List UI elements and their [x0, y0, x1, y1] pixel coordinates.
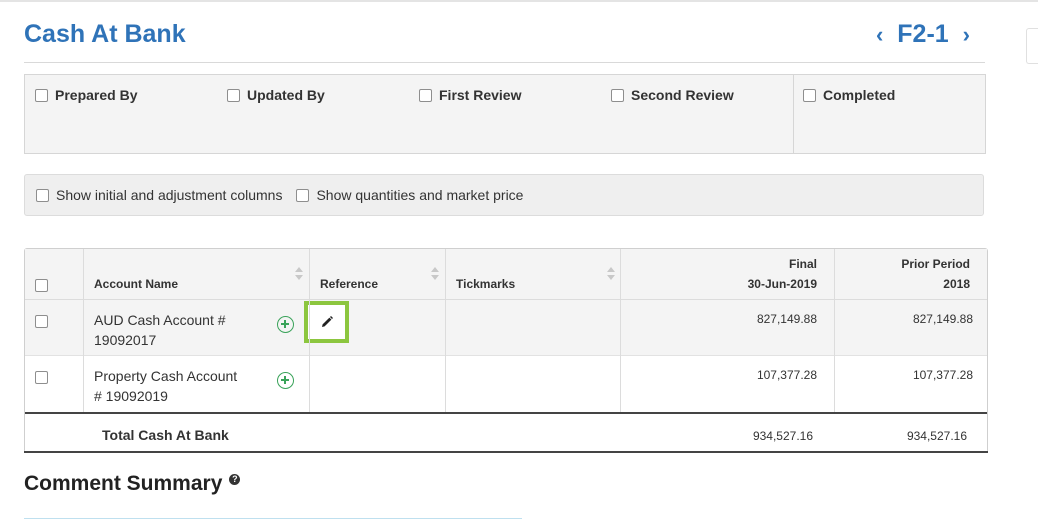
- column-header-account-name[interactable]: Account Name: [94, 277, 178, 291]
- row-checkbox[interactable]: [35, 315, 48, 328]
- prior-value: 827,149.88: [912, 312, 973, 326]
- sort-icon[interactable]: [295, 267, 303, 281]
- checkbox-label: Completed: [823, 87, 896, 103]
- column-divider: [834, 249, 835, 412]
- column-header-prior-year: 2018: [943, 277, 970, 291]
- checkbox[interactable]: [36, 188, 49, 202]
- title-divider: [24, 62, 985, 63]
- column-divider: [445, 249, 446, 412]
- comment-summary-title: Comment Summary: [24, 472, 223, 495]
- pencil-icon: [321, 316, 333, 327]
- column-header-tickmarks[interactable]: Tickmarks: [456, 277, 515, 291]
- add-circle-icon[interactable]: [277, 372, 294, 389]
- select-all-checkbox[interactable]: [35, 279, 48, 292]
- option-label: Show initial and adjustment columns: [56, 187, 283, 203]
- top-border: [0, 0, 1038, 2]
- accounts-table: Account Name Reference Tickmarks Final 3…: [24, 248, 988, 453]
- column-header-final[interactable]: Final: [789, 257, 817, 271]
- total-final-value: 934,527.16: [752, 429, 813, 443]
- help-icon[interactable]: ?: [229, 473, 241, 485]
- comment-summary-heading: Comment Summary ?: [24, 472, 241, 496]
- table-row[interactable]: Property Cash Account # 19092019 107,377…: [25, 356, 987, 412]
- row-checkbox[interactable]: [35, 371, 48, 384]
- table-bottom-border: [24, 451, 988, 453]
- first-review-checkbox[interactable]: First Review: [419, 87, 521, 103]
- final-value: 827,149.88: [756, 312, 817, 326]
- side-panel-tab[interactable]: [1026, 28, 1038, 64]
- total-prior-value: 934,527.16: [906, 429, 967, 443]
- chevron-left-icon[interactable]: ‹: [870, 23, 889, 46]
- completed-checkbox[interactable]: Completed: [803, 87, 895, 103]
- checkbox[interactable]: [227, 88, 240, 102]
- edit-reference-button[interactable]: [304, 301, 349, 343]
- account-name[interactable]: AUD Cash Account # 19092017: [94, 310, 244, 350]
- checkbox[interactable]: [611, 88, 624, 102]
- show-initial-adjustment-option[interactable]: Show initial and adjustment columns: [36, 187, 282, 203]
- second-review-checkbox[interactable]: Second Review: [611, 87, 734, 103]
- checkbox-label: Prepared By: [55, 87, 138, 103]
- column-header-prior-period[interactable]: Prior Period: [901, 257, 970, 271]
- column-divider: [309, 249, 310, 412]
- column-divider: [83, 249, 84, 412]
- checkbox-label: Updated By: [247, 87, 325, 103]
- option-label: Show quantities and market price: [316, 187, 524, 203]
- chevron-right-icon[interactable]: ›: [957, 23, 976, 46]
- add-circle-icon[interactable]: [277, 316, 294, 333]
- column-header-reference[interactable]: Reference: [320, 277, 378, 291]
- workpaper-code: F2-1: [897, 20, 949, 48]
- total-label: Total Cash At Bank: [102, 427, 229, 443]
- account-name[interactable]: Property Cash Account # 19092019: [94, 366, 244, 406]
- table-row[interactable]: AUD Cash Account # 19092017 827,149.88 8…: [25, 300, 987, 356]
- comment-section-divider: [24, 518, 522, 519]
- workpaper-navigation: ‹ F2-1 ›: [870, 20, 976, 49]
- checkbox-label: Second Review: [631, 87, 734, 103]
- sort-icon[interactable]: [431, 267, 439, 281]
- checkbox[interactable]: [803, 88, 816, 102]
- final-value: 107,377.28: [756, 368, 817, 382]
- prepared-by-checkbox[interactable]: Prepared By: [35, 87, 137, 103]
- checkbox-label: First Review: [439, 87, 522, 103]
- column-options-bar: Show initial and adjustment columns Show…: [24, 174, 984, 216]
- checkbox[interactable]: [35, 88, 48, 102]
- signoff-panel: Prepared By Updated By First Review Seco…: [24, 74, 986, 154]
- show-quantities-option[interactable]: Show quantities and market price: [296, 187, 523, 203]
- sort-icon[interactable]: [607, 267, 615, 281]
- checkbox[interactable]: [419, 88, 432, 102]
- column-divider: [620, 249, 621, 412]
- prior-value: 107,377.28: [912, 368, 973, 382]
- signoff-divider: [793, 75, 794, 153]
- table-header: Account Name Reference Tickmarks Final 3…: [25, 249, 987, 300]
- page-title: Cash At Bank: [24, 20, 186, 48]
- updated-by-checkbox[interactable]: Updated By: [227, 87, 325, 103]
- column-header-final-date: 30-Jun-2019: [747, 277, 817, 291]
- total-row: Total Cash At Bank 934,527.16 934,527.16: [25, 412, 987, 452]
- checkbox[interactable]: [296, 188, 310, 202]
